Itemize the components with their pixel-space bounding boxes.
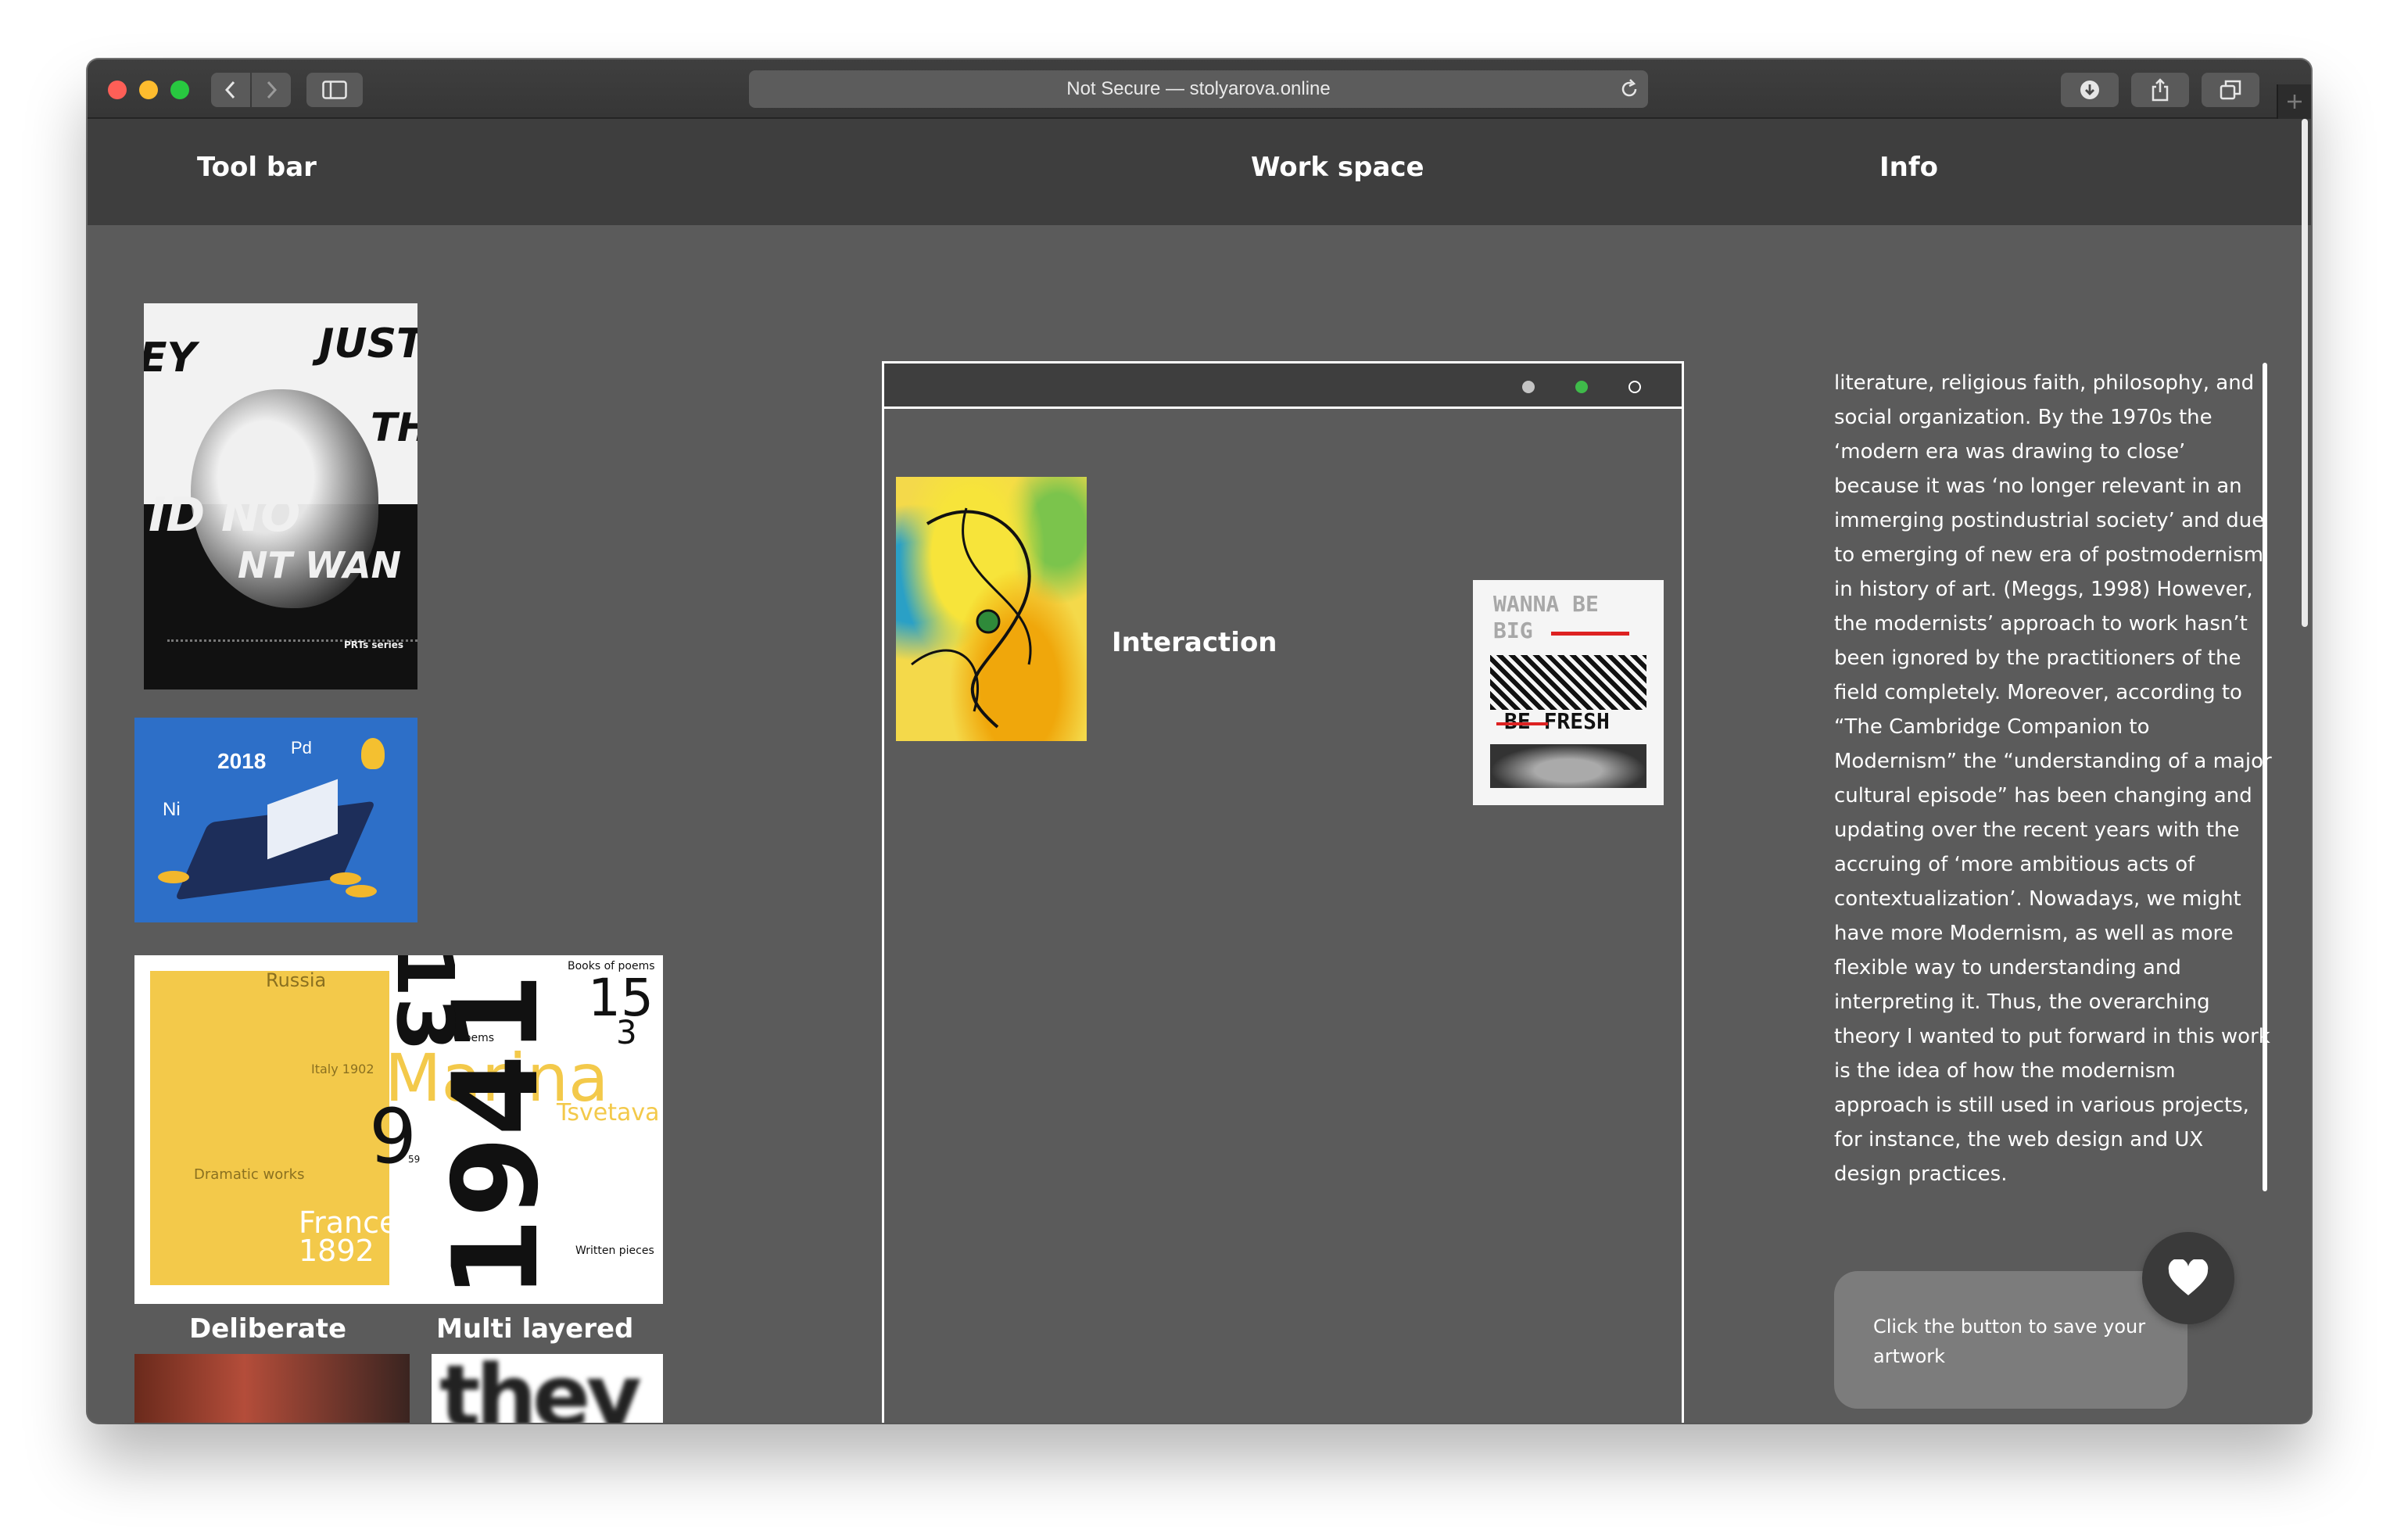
toolbar-poster-blur-type[interactable]: they [432,1354,663,1423]
toolbar-poster-photo[interactable] [134,1354,410,1423]
slide-dot-active[interactable] [1575,381,1588,393]
poster-text: EY [144,335,197,381]
poster-text: 13 [379,955,471,1052]
tabs-icon [2220,80,2241,100]
workspace-artwork-watercolor[interactable] [896,477,1087,741]
poster-text: Written pieces [575,1245,654,1257]
back-icon [224,81,235,99]
poster-text: JUST [319,321,417,367]
save-artwork-button[interactable] [2142,1232,2234,1324]
poster-text: 9 [369,1093,417,1180]
collage-graphic [1490,655,1646,710]
zoom-window-button[interactable] [170,81,189,99]
page-scrollbar[interactable] [2302,119,2308,627]
url-text: Not Secure — stolyarova.online [1066,78,1331,99]
navigation-buttons [211,73,291,107]
poster-text: 3 [616,1013,637,1051]
toolbar-poster-marina[interactable]: Russia Books of poems 15 3 Marina Tsveta… [134,955,663,1304]
workspace-title: Interaction [1112,627,1277,658]
workspace-artwork-wanna-be[interactable]: WANNA BE BIG BE FRESH [1473,580,1664,805]
sidebar-button[interactable] [306,73,363,107]
workspace-bar [884,364,1682,409]
coin-icon [346,885,377,897]
tab-tool-bar[interactable]: Tool bar [197,152,317,183]
poster-text: WANNA BE [1493,591,1599,617]
heart-icon [2168,1259,2209,1295]
poster-text: 1892 [299,1234,374,1268]
poster-text: TH [371,405,417,450]
tab-info[interactable]: Info [1879,152,1938,183]
ink-lines [911,507,1032,729]
forward-button[interactable] [252,73,291,107]
coin-icon [158,871,189,883]
browser-titlebar: Not Secure — stolyarova.online [88,59,2311,119]
poster-text: Tsvetava [557,1099,660,1126]
tab-work-space[interactable]: Work space [1251,152,1424,183]
save-artwork-card: Click the button to save your artwork [1834,1271,2187,1409]
lightbulb-icon [361,738,385,769]
toolbar-poster-isometric[interactable]: 2018 Pd Ni [134,718,417,922]
back-button[interactable] [211,73,250,107]
poster-series-label: PRTs series [344,639,404,650]
save-artwork-text: Click the button to save your artwork [1873,1316,2146,1367]
info-body-text: literature, religious faith, philosophy,… [1834,371,2272,1186]
poster-text: Ni [163,799,181,820]
poster-text: Dramatic works [194,1166,305,1183]
slide-dot[interactable] [1628,381,1641,393]
poster-text: Italy 1902 [311,1062,374,1076]
minimize-window-button[interactable] [139,81,158,99]
show-tabs-button[interactable] [2202,73,2259,107]
share-icon [2152,78,2169,102]
poster-year: 2018 [217,749,267,773]
share-button[interactable] [2131,73,2189,107]
info-scrollbar-track[interactable] [2263,363,2267,1191]
caption-deliberate: Deliberate [189,1313,347,1345]
new-tab-button[interactable] [2277,84,2311,119]
sidebar-icon [322,81,347,99]
slide-dot[interactable] [1522,381,1535,393]
browser-window: Not Secure — stolyarova.online Tool bar … [88,59,2311,1423]
forward-icon [267,81,278,99]
poster-text: NT WAN [238,544,402,586]
poster-text: BIG [1493,618,1533,643]
collage-graphic [1490,744,1646,788]
poster-text: Russia [266,969,327,991]
coin-icon [330,872,361,885]
poster-text: BE FRESH [1504,708,1610,734]
site-header: Tool bar Work space Info [88,119,2311,225]
address-bar[interactable]: Not Secure — stolyarova.online [749,70,1648,108]
reload-button[interactable] [1618,78,1640,106]
poster-text: 59 [408,1154,421,1165]
plus-icon [2288,95,2302,109]
download-icon [2080,81,2099,99]
page-content: Tool bar Work space Info EY JUST TH ID N… [88,119,2311,1423]
caption-multi-layered: Multi layered [436,1313,634,1345]
downloads-button[interactable] [2061,73,2119,107]
poster-text: Pd [291,738,312,757]
poster-text: ID NO [149,488,301,543]
toolbar-poster-typography[interactable]: EY JUST TH ID NO NT WAN PRTs series [144,303,417,689]
close-window-button[interactable] [108,81,127,99]
reload-icon [1621,79,1637,97]
